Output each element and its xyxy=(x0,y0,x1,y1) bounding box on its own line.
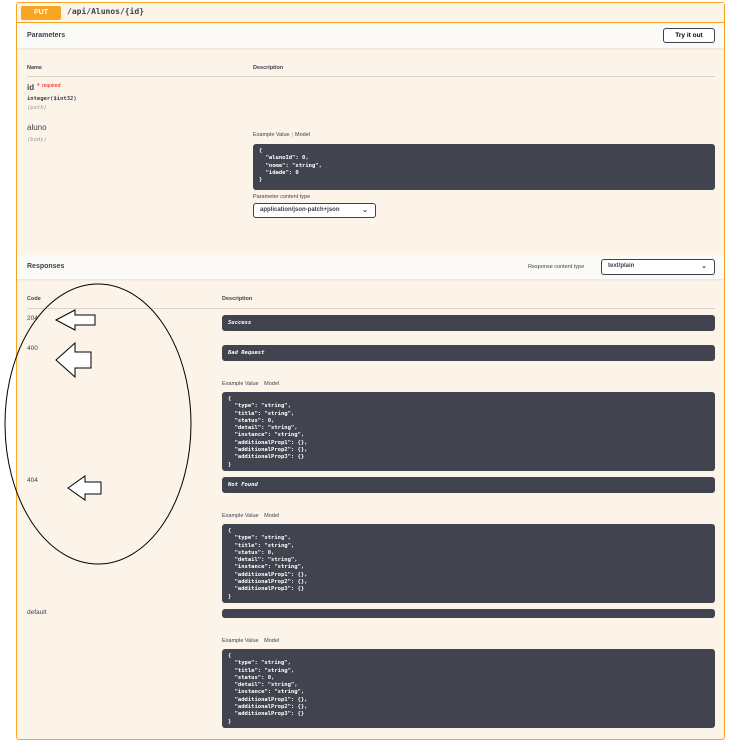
parameters-title: Parameters xyxy=(27,32,66,39)
operation-summary[interactable]: PUT /api/Alunos/{id} xyxy=(17,3,724,23)
param-example-tabs: Example Value | Model xyxy=(253,132,311,138)
response-description-400: Bad Request xyxy=(222,345,715,361)
param-example-code: { "alunoId": 0, "nome": "string", "idade… xyxy=(253,144,715,190)
response-code-default: default xyxy=(27,609,47,616)
endpoint-path: /api/Alunos/{id} xyxy=(67,7,145,16)
tab-example-value[interactable]: Example Value xyxy=(222,513,259,519)
response-code-404: 404 xyxy=(27,477,38,484)
response-default-example-code: { "type": "string", "title": "string", "… xyxy=(222,649,715,728)
param-content-type-select[interactable]: application/json-patch+json ⌄ xyxy=(253,203,376,218)
param-aluno-name: aluno xyxy=(27,123,47,132)
chevron-down-icon: ⌄ xyxy=(362,207,368,214)
operation-block-put: PUT /api/Alunos/{id} Parameters Try it o… xyxy=(16,2,725,740)
param-col-name: Name xyxy=(27,65,42,71)
param-col-description: Description xyxy=(253,65,284,71)
response-content-type-label: Response content type xyxy=(528,264,585,270)
tab-model[interactable]: Model xyxy=(264,381,279,387)
response-404-example-tabs: Example Value Model xyxy=(222,513,279,519)
param-header-divider xyxy=(27,76,715,77)
param-id-name: id xyxy=(27,83,35,92)
response-404-example-code: { "type": "string", "title": "string", "… xyxy=(222,524,715,603)
response-description-204: Success xyxy=(222,315,715,331)
parameters-header: Parameters Try it out xyxy=(17,24,724,48)
param-content-type-label: Parameter content type xyxy=(253,194,311,200)
response-col-code: Code xyxy=(27,296,41,302)
response-400-example-tabs: Example Value Model xyxy=(222,381,279,387)
tab-example-value[interactable]: Example Value xyxy=(222,381,259,387)
try-it-out-button[interactable]: Try it out xyxy=(663,28,715,43)
response-default-example-tabs: Example Value Model xyxy=(222,638,279,644)
tab-model[interactable]: Model xyxy=(264,638,279,644)
param-content-type-value: application/json-patch+json xyxy=(260,207,340,213)
param-id-type: integer($int32) xyxy=(27,96,77,102)
tab-model[interactable]: Model xyxy=(295,132,310,138)
chevron-down-icon: ⌄ xyxy=(701,263,707,270)
response-code-204: 204 xyxy=(27,315,38,322)
tab-model[interactable]: Model xyxy=(264,513,279,519)
tab-example-value[interactable]: Example Value xyxy=(253,132,290,138)
responses-title: Responses xyxy=(27,263,65,270)
response-code-400: 400 xyxy=(27,345,38,352)
response-col-description: Description xyxy=(222,296,253,302)
response-content-type-select[interactable]: text/plain ⌄ xyxy=(601,259,715,275)
tab-example-value[interactable]: Example Value xyxy=(222,638,259,644)
required-star: * xyxy=(37,83,40,90)
response-content-type-value: text/plain xyxy=(608,263,635,269)
required-label: required xyxy=(42,83,61,89)
param-id-in: (path) xyxy=(27,105,47,111)
response-description-default xyxy=(222,609,715,618)
response-400-example-code: { "type": "string", "title": "string", "… xyxy=(222,392,715,471)
method-badge: PUT xyxy=(21,6,61,20)
param-aluno-in: (body) xyxy=(27,137,47,143)
response-header-divider xyxy=(27,308,715,309)
responses-header: Responses Response content type text/pla… xyxy=(17,255,724,279)
response-description-404: Not Found xyxy=(222,477,715,493)
